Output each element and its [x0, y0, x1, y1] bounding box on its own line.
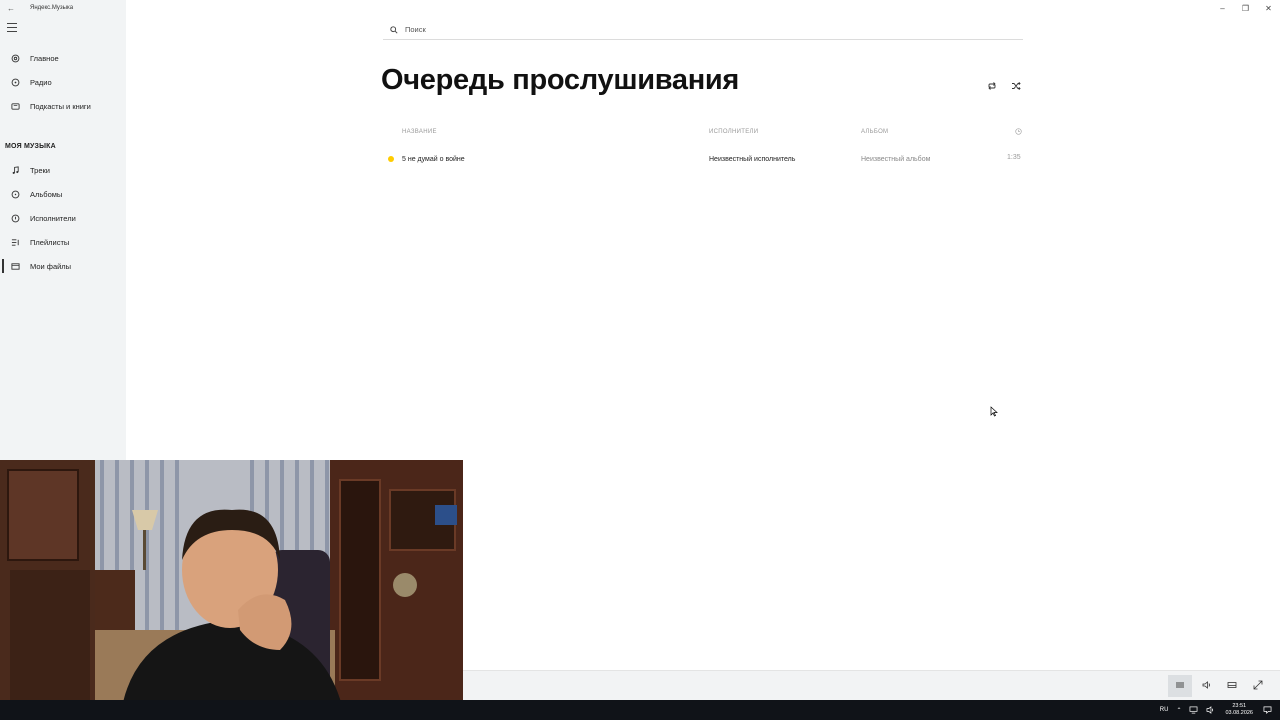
player-bar: [463, 670, 1280, 700]
repeat-button[interactable]: [985, 80, 999, 94]
files-icon: [0, 262, 30, 271]
chevron-up-icon[interactable]: ⌃: [1176, 707, 1181, 714]
radio-icon: [0, 78, 30, 87]
sidebar-item-albums[interactable]: Альбомы: [0, 185, 126, 203]
fullscreen-icon: [1253, 677, 1263, 695]
home-icon: [0, 54, 30, 63]
queue-actions: [985, 80, 1023, 94]
sidebar-item-tracks[interactable]: Треки: [0, 161, 126, 179]
column-title: НАЗВАНИЕ: [402, 129, 437, 135]
column-artists: ИСПОЛНИТЕЛИ: [709, 129, 759, 135]
app-title: Яндекс.Музыка: [30, 5, 74, 11]
sidebar-item-label: Мои файлы: [30, 261, 72, 271]
section-title-my-music: МОЯ МУЗЫКА: [5, 143, 56, 150]
webcam-image: [0, 460, 463, 720]
language-indicator[interactable]: RU: [1160, 707, 1169, 713]
now-playing-indicator: [388, 156, 394, 162]
system-tray: RU ⌃ 23:51 03.08.2026: [1156, 700, 1280, 720]
sidebar-item-label: Главное: [30, 53, 59, 63]
minimize-icon: –: [1220, 3, 1225, 13]
playlist-icon: [0, 238, 30, 247]
page-title: Очередь прослушивания: [381, 64, 740, 96]
column-album: АЛЬБОМ: [861, 129, 889, 135]
miniplayer-icon: [1227, 677, 1237, 695]
search-bar: [383, 20, 1023, 40]
sidebar-item-label: Исполнители: [30, 213, 76, 223]
close-icon: ✕: [1265, 3, 1272, 13]
track-title[interactable]: 5 не думай о войне: [402, 156, 465, 163]
back-button[interactable]: ←: [0, 0, 22, 16]
volume-tray-icon[interactable]: [1206, 706, 1215, 714]
fullscreen-button[interactable]: [1246, 675, 1270, 697]
sidebar-item-artists[interactable]: Исполнители: [0, 209, 126, 227]
sidebar-item-label: Радио: [30, 77, 52, 87]
webcam-overlay: [0, 460, 463, 720]
queue-icon: [1175, 677, 1185, 695]
table-header: НАЗВАНИЕ ИСПОЛНИТЕЛИ АЛЬБОМ: [381, 128, 1024, 139]
clock[interactable]: 23:51 03.08.2026: [1225, 703, 1253, 717]
volume-icon: [1202, 677, 1212, 695]
track-duration: 1:35: [1007, 154, 1021, 161]
sidebar-item-radio[interactable]: Радио: [0, 73, 126, 91]
app-window: ← Яндекс.Музыка Главное Радио Подкасты и…: [0, 0, 1280, 720]
network-icon[interactable]: [1189, 706, 1198, 714]
taskbar: RU ⌃ 23:51 03.08.2026: [0, 700, 1280, 720]
artist-icon: [0, 214, 30, 223]
table-row[interactable]: 5 не думай о войне Неизвестный исполните…: [381, 152, 1024, 167]
queue-button[interactable]: [1168, 675, 1192, 697]
notifications-icon[interactable]: [1263, 706, 1272, 714]
miniplayer-button[interactable]: [1220, 675, 1244, 697]
clock-time: 23:51: [1232, 703, 1247, 709]
volume-button[interactable]: [1195, 675, 1219, 697]
sidebar-item-label: Плейлисты: [30, 237, 70, 247]
shuffle-icon: [1011, 78, 1021, 96]
minimize-button[interactable]: –: [1211, 0, 1234, 16]
restore-icon: ❐: [1241, 3, 1250, 13]
close-button[interactable]: ✕: [1257, 0, 1280, 16]
track-album[interactable]: Неизвестный альбом: [861, 156, 930, 163]
shuffle-button[interactable]: [1009, 80, 1023, 94]
restore-button[interactable]: ❐: [1234, 0, 1257, 16]
search-input[interactable]: [405, 25, 1005, 34]
arrow-left-icon: ←: [7, 3, 15, 13]
search-icon: [387, 25, 401, 34]
track-artist[interactable]: Неизвестный исполнитель: [709, 156, 795, 163]
repeat-icon: [987, 78, 997, 96]
window-controls: – ❐ ✕: [1211, 0, 1280, 16]
sidebar-item-label: Треки: [30, 165, 50, 175]
note-icon: [0, 165, 30, 175]
sidebar-item-label: Подкасты и книги: [30, 101, 91, 111]
mouse-cursor-icon: [990, 404, 998, 422]
menu-icon[interactable]: [7, 23, 17, 32]
sidebar-item-files[interactable]: Мои файлы: [0, 257, 126, 275]
title-bar: ← Яндекс.Музыка: [0, 0, 126, 16]
podcasts-icon: [0, 102, 30, 111]
sidebar-item-playlists[interactable]: Плейлисты: [0, 233, 126, 251]
sidebar-item-label: Альбомы: [30, 189, 63, 199]
sidebar-item-home[interactable]: Главное: [0, 49, 126, 67]
clock-date: 03.08.2026: [1225, 710, 1253, 716]
sidebar-item-podcasts[interactable]: Подкасты и книги: [0, 97, 126, 115]
clock-icon: [1015, 128, 1022, 137]
album-icon: [0, 190, 30, 199]
